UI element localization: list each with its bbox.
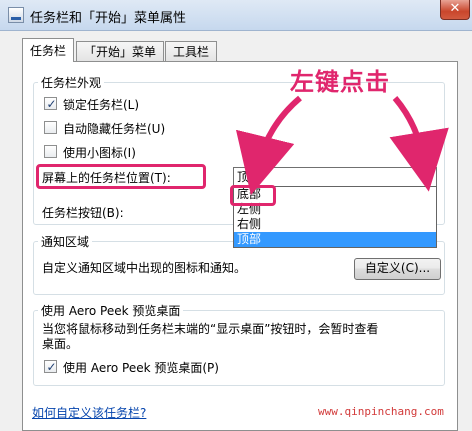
annotation-text: 左键点击 <box>290 67 390 96</box>
checkmark-icon: ✓ <box>46 360 57 374</box>
group-title-appearance: 任务栏外观 <box>38 74 105 91</box>
app-icon <box>8 7 24 23</box>
bottom-option-highlight <box>230 185 276 206</box>
watermark: www.qinpinchang.com <box>318 405 444 418</box>
aero-peek-checkbox[interactable]: ✓ <box>44 360 57 373</box>
group-title-aero-peek: 使用 Aero Peek 预览桌面 <box>38 302 184 319</box>
aero-peek-description-line1: 当您将鼠标移动到任务栏末端的“显示桌面”按钮时，会暂时查看 <box>42 322 379 336</box>
aero-peek-description-line2: 桌面。 <box>42 337 79 351</box>
close-icon: ✕ <box>449 1 461 16</box>
dropdown-arrow-icon[interactable]: ▼ <box>420 168 436 186</box>
tab-start-menu[interactable]: 「开始」菜单 <box>76 41 164 61</box>
tab-taskbar[interactable]: 任务栏 <box>22 38 74 62</box>
customize-button[interactable]: 自定义(C)... <box>354 258 441 280</box>
autohide-label: 自动隐藏任务栏(U) <box>63 122 166 136</box>
window-title: 任务栏和「开始」菜单属性 <box>30 11 187 26</box>
tab-toolbars[interactable]: 工具栏 <box>165 41 217 61</box>
checkmark-icon: ✓ <box>46 97 57 111</box>
position-combobox[interactable]: 顶部 <box>233 167 437 187</box>
autohide-checkbox[interactable] <box>44 121 57 134</box>
position-label: 屏幕上的任务栏位置(T): <box>42 171 171 185</box>
position-combobox-value: 顶部 <box>237 170 262 184</box>
small-icons-checkbox[interactable] <box>44 145 57 158</box>
small-icons-label: 使用小图标(I) <box>63 146 136 160</box>
help-link[interactable]: 如何自定义该任务栏? <box>32 404 146 421</box>
taskbar-buttons-label: 任务栏按钮(B): <box>42 206 124 220</box>
lock-taskbar-label: 锁定任务栏(L) <box>63 98 140 112</box>
notification-description: 自定义通知区域中出现的图标和通知。 <box>42 261 247 275</box>
option-top[interactable]: 顶部 <box>234 232 436 247</box>
close-button[interactable]: ✕ <box>440 0 470 20</box>
option-right[interactable]: 右侧 <box>234 217 436 232</box>
group-title-notification: 通知区域 <box>38 233 93 250</box>
lock-taskbar-checkbox[interactable]: ✓ <box>44 97 57 110</box>
aero-peek-checkbox-label: 使用 Aero Peek 预览桌面(P) <box>63 361 219 375</box>
